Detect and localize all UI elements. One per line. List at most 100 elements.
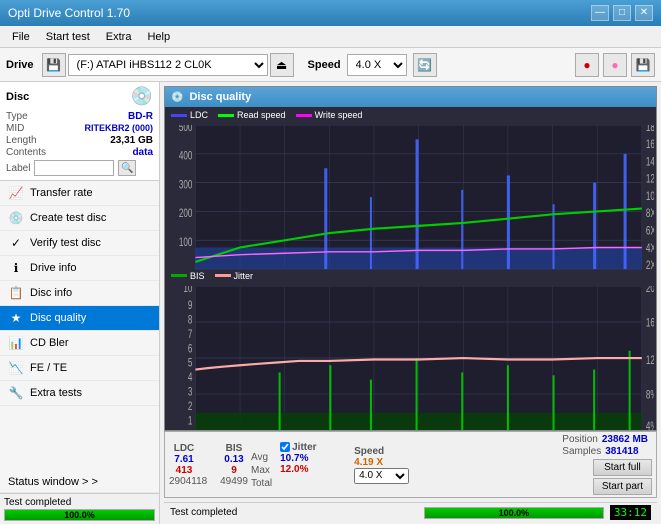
max-ldc-value: 413 [169,465,199,476]
minimize-button[interactable]: — [591,5,609,21]
chart-panel: 💿 Disc quality LDC Read speed [164,86,657,431]
svg-text:5: 5 [188,357,193,370]
avg-label: Avg [251,452,272,465]
speed-select-stats[interactable]: 4.0 X [354,468,409,484]
svg-text:18X: 18X [646,125,654,134]
svg-text:100: 100 [179,237,193,250]
sidebar-item-label-transfer-rate: Transfer rate [30,187,93,199]
status-window-label: Status window > > [8,476,98,488]
menu-extra[interactable]: Extra [98,29,140,45]
sidebar-item-label-verify-test-disc: Verify test disc [30,237,101,249]
bottom-progress-text: 100.0% [499,508,530,518]
svg-text:1: 1 [188,415,193,428]
status-text: Test completed [4,497,71,508]
sidebar-item-verify-test-disc[interactable]: ✓ Verify test disc [0,231,159,256]
disc-panel: Disc 💿 Type BD-R MID RITEKBR2 (000) Leng… [0,82,159,181]
sidebar-item-create-test-disc[interactable]: 💿 Create test disc [0,206,159,231]
speed-select[interactable]: 4.0 X [347,54,407,76]
eject-button[interactable]: ⏏ [270,53,294,77]
menu-help[interactable]: Help [139,29,178,45]
sidebar-item-label-disc-quality: Disc quality [30,312,86,324]
svg-text:10X: 10X [646,191,654,204]
close-button[interactable]: ✕ [635,5,653,21]
svg-text:10: 10 [183,286,192,295]
stats-area: LDC BIS 7.61 0.13 413 9 2904118 49499 [164,431,657,498]
main-layout: Disc 💿 Type BD-R MID RITEKBR2 (000) Leng… [0,82,661,524]
menu-start-test[interactable]: Start test [38,29,98,45]
write-speed-legend-label: Write speed [315,110,363,120]
sidebar-item-extra-tests[interactable]: 🔧 Extra tests [0,381,159,406]
drive-icon-button[interactable]: 💾 [42,53,66,77]
sidebar-item-disc-info[interactable]: 📋 Disc info [0,281,159,306]
start-part-button[interactable]: Start part [593,478,652,495]
chart-panel-header: 💿 Disc quality [165,87,656,107]
chart-disc-icon: 💿 [171,92,183,103]
mid-value: RITEKBR2 (000) [84,123,153,134]
mid-label: MID [6,123,24,134]
bottom-chart: BIS Jitter [167,270,654,429]
disc-label-btn[interactable]: 🔍 [118,160,136,176]
red-circle-button[interactable]: ● [575,53,599,77]
ldc-header: LDC [169,443,199,454]
disc-label-input[interactable] [34,160,114,176]
sidebar-item-disc-quality[interactable]: ★ Disc quality [0,306,159,331]
top-chart: LDC Read speed Write speed [167,109,654,268]
jitter-header: Jitter [292,442,316,453]
refresh-button[interactable]: 🔄 [413,53,437,77]
sidebar-item-label-fe-te: FE / TE [30,362,67,374]
svg-text:6X: 6X [646,225,654,238]
disc-quality-icon: ★ [8,310,24,326]
ldc-bis-group: LDC BIS 7.61 0.13 413 9 2904118 49499 [169,443,249,487]
jitter-checkbox[interactable] [280,442,290,452]
progress-percent: 100.0% [64,510,95,520]
sidebar-item-label-drive-info: Drive info [30,262,76,274]
ldc-legend-color [171,114,187,117]
bottom-progress-bar: 100.0% [424,507,604,519]
length-label: Length [6,135,37,146]
total-bis-value: 49499 [219,476,249,487]
speed-stats-group: Speed 4.19 X 4.0 X [354,446,424,484]
sidebar-item-label-cd-bler: CD Bler [30,337,69,349]
jitter-legend-label: Jitter [234,271,254,281]
cd-bler-icon: 📊 [8,335,24,351]
menu-file[interactable]: File [4,29,38,45]
svg-text:8: 8 [188,314,193,327]
svg-text:7: 7 [188,328,193,341]
progress-area: Test completed 100.0% [0,493,159,524]
disc-label-label: Label [6,163,30,174]
maximize-button[interactable]: □ [613,5,631,21]
start-full-button[interactable]: Start full [593,459,652,476]
samples-label: Samples [562,446,601,457]
svg-text:200: 200 [179,208,193,221]
bis-legend-label: BIS [190,271,205,281]
svg-text:16%: 16% [646,317,654,330]
top-chart-svg: 500 400 300 200 100 18X 16X 14X 12X 10X … [167,125,654,284]
svg-text:9: 9 [188,299,193,312]
charts-container: LDC Read speed Write speed [165,107,656,430]
jitter-group: Jitter 10.7% 12.0% [280,442,350,488]
sidebar-item-drive-info[interactable]: ℹ Drive info [0,256,159,281]
verify-test-disc-icon: ✓ [8,235,24,251]
sidebar-item-transfer-rate[interactable]: 📈 Transfer rate [0,181,159,206]
svg-text:16X: 16X [646,139,654,152]
avg-jitter-value: 10.7% [280,453,350,464]
total-ldc-value: 2904118 [169,476,199,487]
save-button[interactable]: 💾 [631,53,655,77]
pink-circle-button[interactable]: ● [603,53,627,77]
position-value: 23862 MB [602,434,648,445]
status-window-button[interactable]: Status window > > [0,472,159,493]
disc-icon[interactable]: 💿 [131,86,153,107]
right-stats-buttons: Position 23862 MB Samples 381418 Start f… [562,434,652,495]
transfer-rate-icon: 📈 [8,185,24,201]
sidebar-item-cd-bler[interactable]: 📊 CD Bler [0,331,159,356]
samples-value: 381418 [605,446,638,457]
drive-select[interactable]: (F:) ATAPI iHBS112 2 CL0K [68,54,268,76]
title-bar: Opti Drive Control 1.70 — □ ✕ [0,0,661,26]
sidebar-item-fe-te[interactable]: 📉 FE / TE [0,356,159,381]
ldc-legend-label: LDC [190,110,208,120]
type-value: BD-R [128,111,153,122]
stats-row-headers: LDC BIS 7.61 0.13 413 9 2904118 49499 [169,434,652,495]
total-label: Total [251,478,272,491]
svg-text:8X: 8X [646,208,654,221]
bottom-chart-svg: 10 9 8 7 6 5 4 3 2 1 20% 16% 12% [167,286,654,432]
